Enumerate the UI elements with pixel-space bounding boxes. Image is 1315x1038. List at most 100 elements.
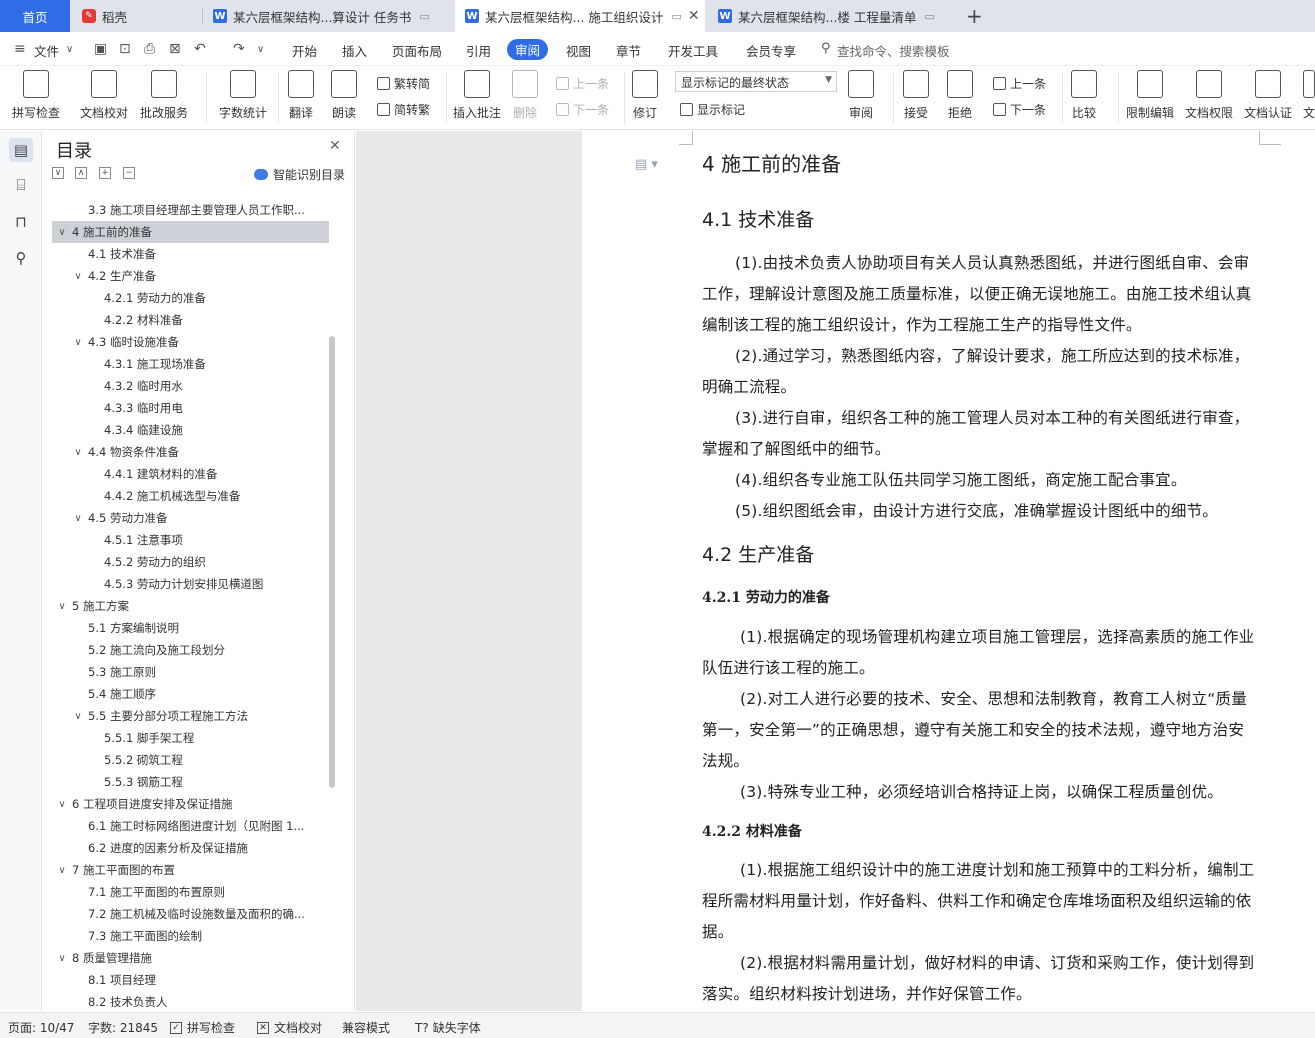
bookmark-icon[interactable]: ⊓ xyxy=(11,212,31,232)
word-count-button[interactable]: 字数统计 xyxy=(219,70,267,121)
review-pane-button[interactable]: 审阅 xyxy=(848,70,874,121)
toc-item[interactable]: ∨ 7 施工平面图的布置 xyxy=(52,859,329,881)
menu-file[interactable]: 文件 xyxy=(34,41,59,60)
toc-item[interactable]: ∨ 6 工程项目进度安排及保证措施 xyxy=(52,793,329,815)
hamburger-icon[interactable]: ≡ xyxy=(14,41,26,57)
chevron-down-icon[interactable]: ∨ xyxy=(72,337,84,348)
toc-item[interactable]: ∨ 4.3 临时设施准备 xyxy=(52,331,329,353)
menu-review[interactable]: 审阅 xyxy=(507,39,549,60)
doc-check-button[interactable]: 文档校对 xyxy=(80,70,128,121)
toc-expand-level-icon[interactable]: ∨ xyxy=(52,167,64,179)
markup-display-select[interactable]: 显示标记的最终状态 ▼ xyxy=(675,71,837,92)
export-icon[interactable]: ⊡ xyxy=(119,41,131,57)
chevron-down-icon[interactable]: ∨ xyxy=(56,799,68,810)
close-tab-icon[interactable]: ✕ xyxy=(688,8,700,24)
toc-item[interactable]: 7.2 施工机械及临时设施数量及面积的确... xyxy=(52,903,329,925)
toc-item[interactable]: 4.5.1 注意事项 xyxy=(52,529,329,551)
close-icon[interactable]: ✕ xyxy=(329,138,341,154)
paragraph-layout-icon[interactable]: ▤ ▾ xyxy=(635,157,658,172)
toc-item[interactable]: 5.2 施工流向及施工段划分 xyxy=(52,639,329,661)
toc-expand-all-icon[interactable]: + xyxy=(99,167,111,179)
toc-item[interactable]: ∨ 5.5 主要分部分项工程施工方法 xyxy=(52,705,329,727)
delete-comment-button[interactable]: 删除 xyxy=(512,70,538,121)
toc-item[interactable]: 6.1 施工时标网络图进度计划（见附图 1... xyxy=(52,815,329,837)
chevron-down-icon[interactable]: ∨ xyxy=(66,44,73,55)
trad-to-simp-button[interactable]: 繁转简 xyxy=(377,75,430,92)
spell-check-status[interactable]: ✓ 拼写检查 xyxy=(170,1019,235,1036)
toc-item[interactable]: 4.1 技术准备 xyxy=(52,243,329,265)
print-preview-icon[interactable]: ⊠ xyxy=(169,41,181,57)
toc-panel-icon[interactable]: ▤ xyxy=(9,138,33,162)
batch-service-button[interactable]: 批改服务 xyxy=(140,70,188,121)
restrict-edit-button[interactable]: 限制编辑 xyxy=(1126,70,1174,121)
command-search[interactable]: 查找命令、搜索模板 xyxy=(837,41,950,60)
toc-item[interactable]: 8.1 项目经理 xyxy=(52,969,329,991)
read-aloud-button[interactable]: 朗读 xyxy=(331,70,357,121)
toc-item[interactable]: 4.3.3 临时用电 xyxy=(52,397,329,419)
track-changes-button[interactable]: 修订 xyxy=(632,70,658,121)
toc-item[interactable]: 4.3.2 临时用水 xyxy=(52,375,329,397)
doc-check-status[interactable]: ✕ 文档校对 xyxy=(257,1019,322,1036)
show-markup-button[interactable]: 显示标记 xyxy=(680,101,745,118)
new-tab-plus-icon[interactable]: + xyxy=(966,4,983,28)
accept-button[interactable]: 接受 xyxy=(903,70,929,121)
toc-item[interactable]: ∨ 4.5 劳动力准备 xyxy=(52,507,329,529)
ribbon-overflow-button[interactable]: 文 xyxy=(1303,70,1315,121)
menu-reference[interactable]: 引用 xyxy=(466,41,491,60)
translate-button[interactable]: 翻译 xyxy=(288,70,314,121)
page-indicator[interactable]: 页面: 10/47 xyxy=(8,1019,74,1036)
toc-item[interactable]: 7.3 施工平面图的绘制 xyxy=(52,925,329,947)
toc-item[interactable]: ∨ 4.4 物资条件准备 xyxy=(52,441,329,463)
navigation-icon[interactable]: ⌸ xyxy=(11,175,31,195)
toc-scrollbar[interactable] xyxy=(329,336,335,788)
spell-check-button[interactable]: 拼写检查 xyxy=(12,70,60,121)
quick-access-more-icon[interactable]: ∨ xyxy=(257,44,264,55)
doc-certify-button[interactable]: 文档认证 xyxy=(1244,70,1292,121)
menu-developer[interactable]: 开发工具 xyxy=(668,41,718,60)
undo-icon[interactable]: ↶ xyxy=(194,41,206,57)
word-count-status[interactable]: 字数: 21845 xyxy=(88,1019,158,1036)
next-comment-button[interactable]: 下一条 xyxy=(556,101,609,118)
toc-item[interactable]: 5.1 方案编制说明 xyxy=(52,617,329,639)
menu-layout[interactable]: 页面布局 xyxy=(392,41,442,60)
toc-item[interactable]: ∨ 8 质量管理措施 xyxy=(52,947,329,969)
toc-item[interactable]: 3.3 施工项目经理部主要管理人员工作职... xyxy=(52,199,329,221)
toc-item[interactable]: 4.5.3 劳动力计划安排见横道图 xyxy=(52,573,329,595)
menu-start[interactable]: 开始 xyxy=(292,41,317,60)
toc-item[interactable]: ∨ 4.2 生产准备 xyxy=(52,265,329,287)
chevron-down-icon[interactable]: ∨ xyxy=(56,953,68,964)
smart-toc-button[interactable]: 智能识别目录 xyxy=(254,166,345,183)
toc-item[interactable]: 5.5.2 砌筑工程 xyxy=(52,749,329,771)
next-change-button[interactable]: 下一条 xyxy=(993,101,1046,118)
menu-view[interactable]: 视图 xyxy=(566,41,591,60)
chevron-down-icon[interactable]: ∨ xyxy=(56,601,68,612)
prev-change-button[interactable]: 上一条 xyxy=(993,75,1046,92)
simp-to-trad-button[interactable]: 简转繁 xyxy=(377,101,430,118)
chevron-down-icon[interactable]: ∨ xyxy=(56,227,68,238)
toc-item[interactable]: 5.5.3 钢筋工程 xyxy=(52,771,329,793)
tab-doc-bill[interactable]: W 某六层框架结构...楼 工程量清单 ▭ xyxy=(708,0,956,32)
compare-button[interactable]: 比较 xyxy=(1071,70,1097,121)
toc-item[interactable]: ∨ 5 施工方案 xyxy=(52,595,329,617)
tab-home[interactable]: 首页 xyxy=(0,0,70,32)
doc-permission-button[interactable]: 文档权限 xyxy=(1185,70,1233,121)
toc-item[interactable]: 8.2 技术负责人 xyxy=(52,991,329,1007)
prev-comment-button[interactable]: 上一条 xyxy=(556,75,609,92)
toc-item[interactable]: 4.3.4 临建设施 xyxy=(52,419,329,441)
chevron-down-icon[interactable]: ∨ xyxy=(56,865,68,876)
redo-icon[interactable]: ↷ xyxy=(233,41,245,57)
tab-daoke[interactable]: ✎ 稻壳 xyxy=(72,0,200,32)
toc-item[interactable]: 7.1 施工平面图的布置原则 xyxy=(52,881,329,903)
tab-doc-construction[interactable]: W 某六层框架结构... 施工组织设计 ▭ ✕ xyxy=(455,0,705,32)
menu-member[interactable]: 会员专享 xyxy=(746,41,796,60)
toc-item[interactable]: 5.5.1 脚手架工程 xyxy=(52,727,329,749)
chevron-down-icon[interactable]: ∨ xyxy=(72,711,84,722)
toc-collapse-level-icon[interactable]: ∧ xyxy=(75,167,87,179)
tab-doc-task[interactable]: W 某六层框架结构...算设计 任务书 ▭ xyxy=(203,0,451,32)
menu-section[interactable]: 章节 xyxy=(616,41,641,60)
insert-comment-button[interactable]: 插入批注 xyxy=(453,70,501,121)
toc-item[interactable]: 5.3 施工原则 xyxy=(52,661,329,683)
toc-item[interactable]: 4.3.1 施工现场准备 xyxy=(52,353,329,375)
toc-item[interactable]: 6.2 进度的因素分析及保证措施 xyxy=(52,837,329,859)
toc-collapse-all-icon[interactable]: − xyxy=(123,167,135,179)
